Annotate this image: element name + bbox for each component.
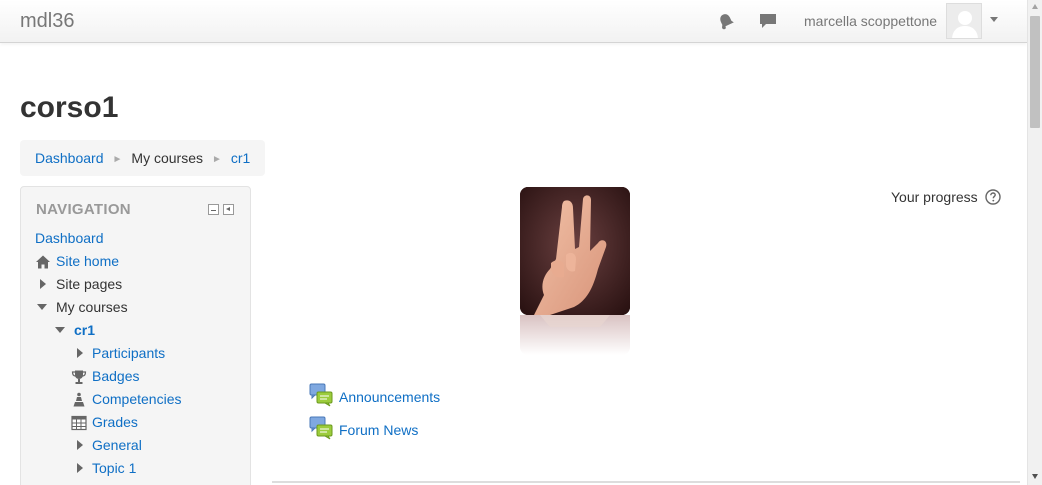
course-image-reflection: [520, 315, 630, 355]
grades-table-icon: [71, 415, 87, 431]
nav-item-participants[interactable]: Participants: [71, 345, 165, 361]
forum-icon: [309, 416, 333, 440]
forum-icon: [309, 383, 333, 407]
course-image: [520, 187, 630, 315]
hand-three-fingers-image: [520, 187, 630, 315]
competencies-icon: [73, 392, 85, 407]
user-silhouette-icon: [947, 4, 981, 38]
navigation-block-title: NAVIGATION: [36, 201, 131, 218]
nav-item-site-home[interactable]: Site home: [35, 253, 119, 269]
help-icon[interactable]: [985, 189, 1001, 205]
chat-icon[interactable]: [758, 11, 778, 31]
progress-label: Your progress: [891, 189, 978, 205]
collapse-icon[interactable]: [55, 327, 65, 333]
expand-icon[interactable]: [77, 463, 83, 473]
nav-item-topic-1[interactable]: Topic 1: [71, 460, 136, 476]
nav-item-course-cr1[interactable]: cr1: [55, 322, 95, 338]
breadcrumb: Dashboard ► My courses ► cr1: [20, 140, 265, 176]
nav-item-my-courses[interactable]: My courses: [35, 299, 128, 315]
user-menu-caret-icon[interactable]: [990, 17, 998, 22]
section-divider: [272, 481, 1020, 483]
dock-block-icon[interactable]: [223, 204, 234, 215]
nav-item-general[interactable]: General: [71, 437, 142, 453]
navigation-block: NAVIGATION Dashboard Site home Site page…: [20, 186, 251, 485]
minimize-block-icon[interactable]: [208, 204, 219, 215]
collapse-icon[interactable]: [37, 304, 47, 310]
nav-item-competencies[interactable]: Competencies: [71, 391, 182, 407]
expand-icon[interactable]: [77, 440, 83, 450]
expand-icon[interactable]: [40, 279, 46, 289]
nav-item-dashboard[interactable]: Dashboard: [35, 230, 104, 246]
page-title: corso1: [20, 91, 119, 124]
nav-item-site-pages[interactable]: Site pages: [35, 276, 122, 292]
expand-icon[interactable]: [77, 348, 83, 358]
nav-item-grades[interactable]: Grades: [71, 414, 138, 431]
breadcrumb-my-courses: My courses: [131, 150, 203, 166]
page-scrollbar[interactable]: [1027, 0, 1042, 485]
breadcrumb-separator: ►: [211, 154, 222, 165]
scroll-thumb[interactable]: [1030, 16, 1040, 128]
home-icon: [36, 255, 50, 269]
trophy-icon: [71, 370, 87, 384]
site-brand[interactable]: mdl36: [20, 10, 74, 33]
user-name[interactable]: marcella scoppettone: [804, 13, 937, 29]
nav-item-badges[interactable]: Badges: [71, 368, 139, 384]
bell-icon[interactable]: [716, 11, 736, 31]
top-navbar: mdl36 marcella scoppettone: [0, 0, 1027, 43]
breadcrumb-separator: ►: [112, 154, 123, 165]
activity-label[interactable]: Announcements: [339, 389, 440, 405]
activity-label[interactable]: Forum News: [339, 422, 418, 438]
avatar[interactable]: [946, 3, 982, 39]
scroll-up-arrow-icon[interactable]: [1032, 4, 1038, 9]
scroll-down-arrow-icon[interactable]: [1032, 474, 1038, 479]
breadcrumb-course[interactable]: cr1: [231, 150, 250, 166]
breadcrumb-dashboard[interactable]: Dashboard: [35, 150, 104, 166]
